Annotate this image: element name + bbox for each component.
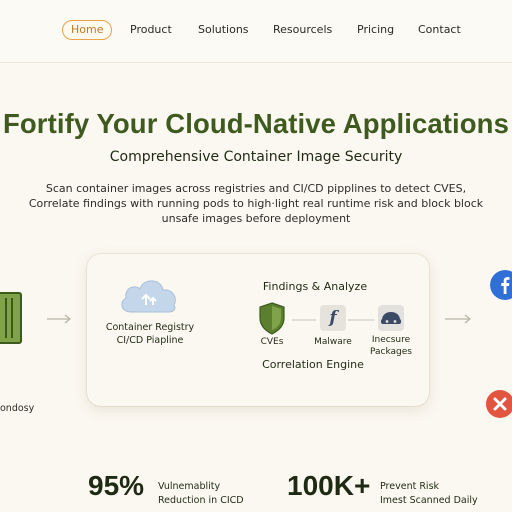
nav-item-solutions[interactable]: Solutions	[198, 22, 249, 38]
connector-line	[290, 298, 316, 306]
facebook-icon[interactable]	[490, 270, 512, 300]
nav-item-home[interactable]: Home	[62, 20, 113, 40]
malware-icon: f	[320, 305, 346, 331]
container-icon	[0, 292, 22, 344]
stat-line: Reduction in CICD	[158, 495, 244, 506]
stat-label-vulnerability: Vulnemablity Reduction in CICD	[158, 480, 244, 508]
registry-label: Container Registry CI/CD Piapline	[96, 321, 204, 347]
pipeline-label-line: CI/CD Piapline	[116, 335, 184, 346]
nav-item-contact[interactable]: Contact	[418, 22, 461, 38]
stat-line: Imest Scanned Daily	[380, 495, 478, 506]
stat-label-images: Prevent Risk Imest Scanned Daily	[380, 480, 478, 508]
cloud-upload-icon	[121, 280, 176, 313]
insecure-packages-label: Inecsure Packages	[364, 334, 418, 358]
stat-value-images: 100K+	[287, 470, 371, 501]
findings-title: Findings & Analyze	[262, 280, 368, 293]
stat-line: Prevent Risk	[380, 481, 440, 492]
stat-value-vulnerability: 95%	[88, 470, 145, 501]
correlation-engine-label: Correlation Engine	[262, 358, 364, 371]
connector-line	[292, 319, 316, 321]
left-caption: ondosy	[0, 403, 35, 414]
arrow-right-icon	[445, 314, 471, 324]
hero-subtitle: Comprehensive Container Image Security	[109, 149, 403, 165]
package-icon	[378, 305, 404, 331]
packages-label-line: Packages	[370, 347, 412, 357]
top-navigation: Home Product Solutions Resourcels Pricin…	[0, 0, 512, 63]
registry-label-line: Container Registry	[105, 322, 195, 333]
connector-line	[348, 319, 374, 321]
cves-label: CVEs	[260, 337, 284, 347]
stat-line: Vulnemablity	[158, 481, 221, 492]
nav-item-resources[interactable]: Resourcels	[273, 22, 332, 38]
close-icon[interactable]	[485, 389, 512, 419]
insecure-label-line: Inecsure	[371, 335, 411, 345]
nav-item-pricing[interactable]: Pricing	[357, 22, 394, 38]
page: Home Product Solutions Resourcels Pricin…	[0, 0, 512, 512]
malware-label: Malware	[314, 337, 352, 347]
arrow-right-icon	[47, 314, 71, 324]
nav-item-product[interactable]: Product	[130, 22, 172, 38]
hero-description: Scan container images across registries …	[28, 182, 484, 225]
shield-icon	[259, 302, 285, 335]
hero-title: Fortify Your Cloud-Native Applications	[3, 108, 509, 139]
